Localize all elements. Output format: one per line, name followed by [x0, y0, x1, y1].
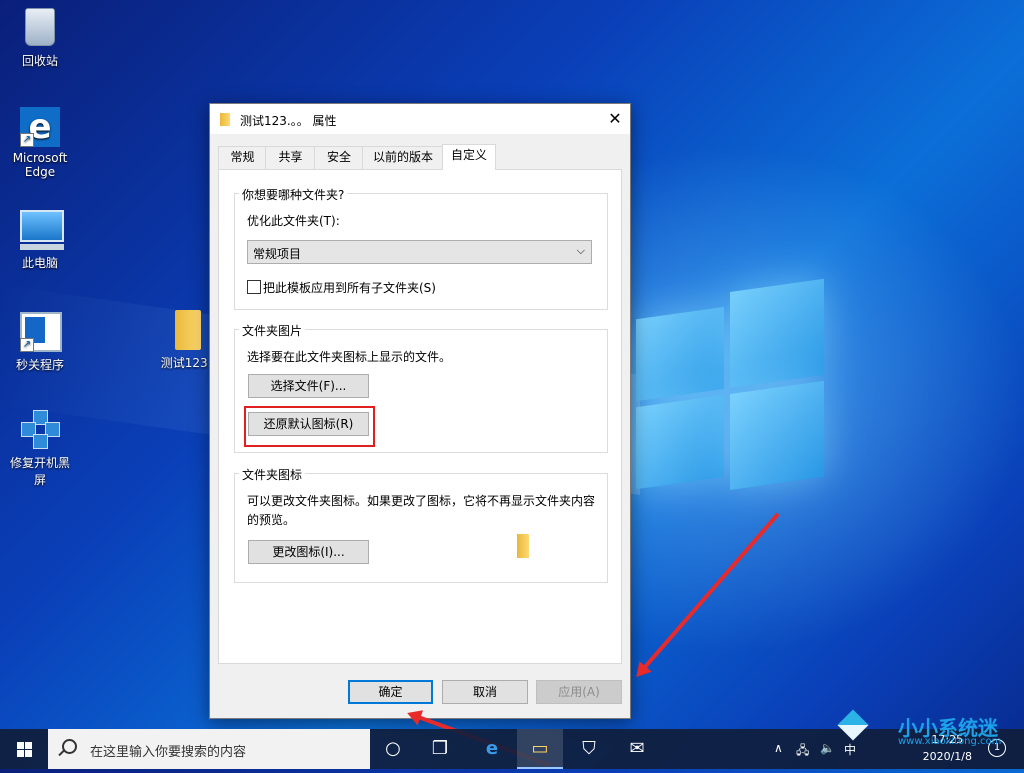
apply-button[interactable]: 应用(A)	[536, 680, 622, 704]
search-icon	[62, 739, 77, 754]
folder-picture-description: 选择要在此文件夹图标上显示的文件。	[247, 350, 452, 364]
customize-panel: 你想要哪种文件夹? 优化此文件夹(T): 常规项目 ⌵ 把此模板应用到所有子文件…	[218, 169, 622, 664]
mail-icon[interactable]: ✉	[614, 729, 660, 769]
folder-icon-group-label: 文件夹图标	[239, 466, 306, 483]
apply-subfolders-checkbox[interactable]	[247, 280, 261, 294]
watermark: 小小系统迷 www.xiaoxitong.com	[836, 709, 1024, 747]
folder-icon	[220, 113, 230, 126]
folder-preview-icon	[517, 534, 529, 558]
shortcut-arrow-icon: ↗	[20, 338, 34, 352]
file-explorer-icon[interactable]: ▭	[517, 729, 563, 769]
folder-icon-group	[234, 473, 608, 583]
ok-button[interactable]: 确定	[348, 680, 433, 704]
store-icon[interactable]: ⛉	[566, 729, 612, 769]
desktop-icon-label: 回收站	[21, 54, 58, 68]
tab-customize[interactable]: 自定义	[442, 144, 496, 170]
properties-dialog: 测试123.。。 属性 ✕ 常规 共享 安全 以前的版本 自定义 你想要哪种文件…	[209, 103, 631, 719]
desktop-icon-repair[interactable]: 修复开机黑屏	[5, 410, 75, 488]
dialog-title: 测试123.。。 属性	[240, 114, 337, 128]
optimize-label: 优化此文件夹(T):	[247, 214, 340, 228]
folder-icon	[175, 310, 201, 350]
desktop-icon-recycle-bin[interactable]: 回收站	[5, 8, 75, 69]
search-placeholder: 在这里输入你要搜索的内容	[90, 745, 247, 760]
recycle-bin-icon	[25, 8, 55, 46]
ime-icon[interactable]: 中	[844, 741, 856, 758]
apply-subfolders-label: 把此模板应用到所有子文件夹(S)	[263, 281, 436, 295]
folder-icon-description-line1: 可以更改文件夹图标。如果更改了图标，它将不再显示文件夹内容	[247, 494, 596, 508]
chevron-down-icon: ⌵	[576, 244, 585, 257]
change-icon-button[interactable]: 更改图标(I)...	[248, 540, 369, 564]
desktop-icon-label: Microsoft Edge	[12, 151, 68, 179]
tab-sharing[interactable]: 共享	[265, 146, 316, 169]
clock-date: 2020/1/8	[922, 750, 972, 763]
folder-icon-description-line2: 的预览。	[247, 513, 296, 527]
tray-chevron-up-icon[interactable]: ∧	[774, 741, 783, 755]
desktop-icon-this-pc[interactable]: 此电脑	[5, 210, 75, 271]
tab-general[interactable]: 常规	[218, 146, 267, 169]
desktop-icon-edge[interactable]: e ↗ Microsoft Edge	[5, 107, 75, 179]
desktop-icon-program[interactable]: ↗ 秒关程序	[5, 312, 75, 373]
shortcut-arrow-icon: ↗	[20, 133, 34, 147]
edge-taskbar-icon[interactable]: e	[469, 729, 515, 769]
choose-file-button[interactable]: 选择文件(F)...	[248, 374, 369, 398]
desktop-icon-label: 秒关程序	[15, 358, 64, 372]
optimize-select-value: 常规项目	[253, 247, 302, 261]
folder-type-group-label: 你想要哪种文件夹?	[239, 186, 348, 203]
close-button[interactable]: ✕	[600, 104, 630, 134]
volume-icon[interactable]: 🔈	[820, 741, 835, 755]
cortana-icon[interactable]: ○	[370, 729, 416, 769]
annotation-arrow-apply	[637, 512, 780, 676]
computer-icon	[20, 210, 64, 242]
tab-security[interactable]: 安全	[314, 146, 364, 169]
windows-wallpaper-logo	[636, 278, 824, 505]
taskbar-search-box[interactable]: 在这里输入你要搜索的内容	[48, 729, 370, 769]
watermark-logo-icon	[837, 709, 869, 741]
desktop-icon-label: 修复开机黑屏	[9, 456, 70, 487]
watermark-url: www.xiaoxitong.com	[898, 736, 1002, 747]
cancel-button[interactable]: 取消	[442, 680, 528, 704]
network-icon[interactable]: 🖧	[796, 741, 809, 762]
optimize-select[interactable]: 常规项目 ⌵	[247, 240, 592, 264]
start-button[interactable]	[0, 729, 48, 769]
desktop-icon-label: 此电脑	[21, 256, 58, 270]
repair-tool-icon	[21, 410, 60, 449]
folder-picture-group-label: 文件夹图片	[239, 322, 306, 339]
restore-default-icon-button[interactable]: 还原默认图标(R)	[248, 412, 369, 436]
dialog-titlebar[interactable]: 测试123.。。 属性 ✕	[210, 104, 630, 134]
tab-previous-versions[interactable]: 以前的版本	[362, 146, 444, 169]
task-view-icon[interactable]: ❐	[417, 729, 463, 769]
